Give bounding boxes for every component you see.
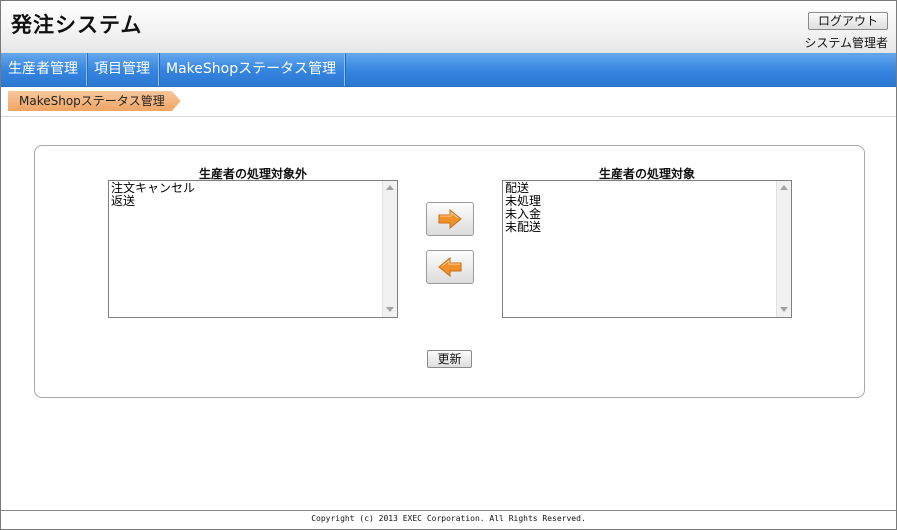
- included-scrollbar[interactable]: [776, 181, 791, 317]
- header: 発注システム ログアウト システム管理者: [1, 1, 896, 53]
- main-nav: 生産者管理 項目管理 MakeShopステータス管理: [1, 53, 896, 87]
- update-button[interactable]: 更新: [427, 350, 472, 368]
- app-title: 発注システム: [11, 13, 143, 37]
- logout-button[interactable]: ログアウト: [808, 12, 888, 30]
- breadcrumb-current: MakeShopステータス管理: [8, 91, 181, 111]
- list-item[interactable]: 返送: [111, 195, 195, 208]
- breadcrumb: MakeShopステータス管理: [1, 87, 896, 117]
- included-options: 配送 未処理 未入金 未配送: [505, 182, 541, 234]
- excluded-listbox[interactable]: 注文キャンセル 返送: [108, 180, 398, 318]
- included-listbox[interactable]: 配送 未処理 未入金 未配送: [502, 180, 792, 318]
- scroll-down-icon[interactable]: [780, 307, 788, 312]
- scroll-up-icon[interactable]: [386, 185, 394, 190]
- scroll-down-icon[interactable]: [386, 307, 394, 312]
- user-role-label: システム管理者: [804, 36, 888, 50]
- scroll-up-icon[interactable]: [780, 185, 788, 190]
- move-left-button[interactable]: [426, 250, 474, 284]
- move-right-button[interactable]: [426, 202, 474, 236]
- footer-copyright: Copyright (c) 2013 EXEC Corporation. All…: [311, 514, 586, 523]
- excluded-options: 注文キャンセル 返送: [111, 182, 195, 208]
- arrow-right-icon: [438, 209, 462, 229]
- nav-item-item-management[interactable]: 項目管理: [87, 53, 159, 86]
- excluded-scrollbar[interactable]: [382, 181, 397, 317]
- footer-divider: [1, 510, 896, 511]
- arrow-left-icon: [438, 257, 462, 277]
- app-window: 発注システム ログアウト システム管理者 生産者管理 項目管理 MakeShop…: [0, 0, 897, 530]
- nav-item-makeshop-status[interactable]: MakeShopステータス管理: [159, 53, 346, 86]
- list-item[interactable]: 未配送: [505, 221, 541, 234]
- nav-item-producer-management[interactable]: 生産者管理: [1, 53, 87, 86]
